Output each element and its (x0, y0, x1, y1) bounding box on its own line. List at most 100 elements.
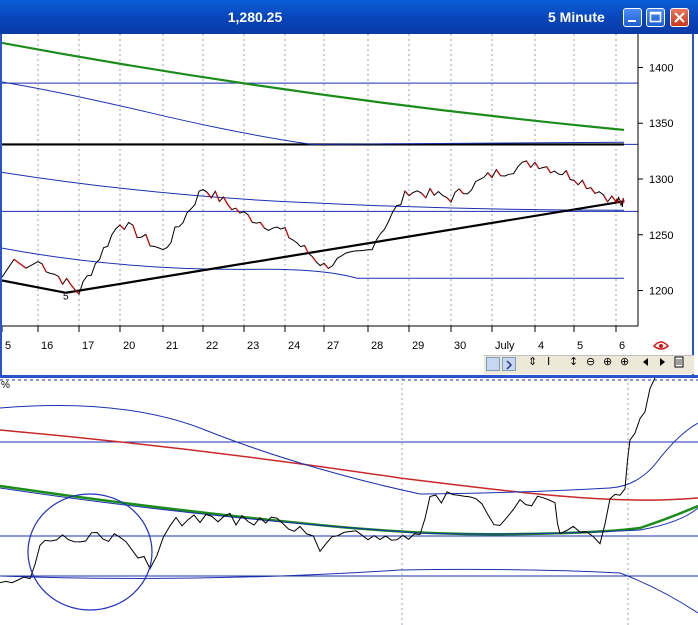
date-tick-label: 22 (206, 340, 218, 352)
date-tick-label: 21 (166, 340, 178, 352)
indicator-corner-label: % (1, 380, 10, 391)
reset-scale-button[interactable]: ⇕ (528, 355, 537, 368)
trendline (65, 200, 625, 294)
price-axis: 5 16 17 20 21 22 23 24 27 28 29 30 July 4 5 6 1400 1350 13… (2, 34, 692, 354)
price-marks: 5 (2, 160, 625, 302)
trade-icon (652, 341, 670, 350)
down-bar (616, 198, 619, 204)
triangle-right-icon (660, 358, 665, 366)
price-line (2, 160, 625, 296)
price-readout: 1,280.25 (227, 9, 283, 25)
date-tick-label: 23 (247, 340, 259, 352)
down-bar (145, 234, 151, 247)
date-tick-label: 16 (41, 340, 53, 352)
down-bar (311, 256, 317, 263)
down-bar (70, 284, 76, 291)
maximize-icon (649, 11, 662, 23)
down-bar (619, 200, 622, 205)
down-bar (581, 180, 588, 190)
down-bar (259, 222, 265, 229)
down-bar (458, 188, 464, 194)
date-tick-label: 6 (619, 340, 625, 352)
down-bar (602, 194, 609, 203)
zoom-in-alt-button[interactable]: ⊕ (620, 355, 629, 368)
expand-button[interactable]: ↕ (569, 355, 578, 368)
price-chart-panel: 5 5 16 17 20 21 22 23 24 27 28 29 30 July 4 5 6 1400 1350… (0, 34, 694, 375)
price-tick-label: 1400 (649, 62, 673, 74)
triangle-left-icon (643, 358, 648, 366)
down-bar (546, 166, 552, 174)
date-tick-label: 28 (371, 340, 383, 352)
date-tick-label: 17 (82, 340, 94, 352)
date-tick-label: July (495, 340, 515, 352)
page-icon (674, 356, 684, 368)
chevron-right-icon (506, 360, 513, 370)
date-tick-label: 20 (123, 340, 135, 352)
price-tick-label: 1350 (649, 118, 673, 130)
scroll-left-button[interactable] (641, 356, 651, 371)
zoom-out-button[interactable]: ⊖ (586, 355, 595, 368)
pivot-marker-label: 5 (63, 291, 69, 302)
scroll-right-end-button[interactable] (657, 356, 667, 371)
upper-envelope (2, 81, 625, 145)
price-axis-bg (639, 34, 692, 354)
down-bar (41, 263, 47, 273)
scroll-track[interactable] (486, 357, 500, 371)
maximize-button[interactable] (646, 8, 665, 27)
down-bar (404, 190, 410, 197)
interval-label: 5 Minute (548, 9, 605, 25)
down-bar (119, 224, 125, 230)
oscillator-green-line (0, 484, 698, 536)
down-bar (487, 172, 493, 178)
down-bar (303, 245, 309, 254)
price-chart: 5 5 16 17 20 21 22 23 24 27 28 29 30 July 4 5 6 1400 1350… (2, 34, 692, 354)
down-bar (57, 276, 64, 285)
scroll-right-button[interactable] (502, 357, 516, 371)
down-bar (13, 258, 27, 269)
minimize-button[interactable] (623, 8, 642, 27)
down-bar (446, 197, 452, 203)
trendline (2, 279, 67, 294)
date-tick-label: 24 (288, 340, 300, 352)
down-bar (214, 190, 220, 202)
indicator-marks (0, 378, 698, 614)
date-tick-label: 5 (577, 340, 583, 352)
down-bar (622, 197, 625, 203)
date-tick-label: 30 (454, 340, 466, 352)
down-bar (534, 162, 540, 170)
long-moving-average (2, 41, 625, 132)
down-bar (247, 214, 253, 223)
close-icon (674, 12, 685, 23)
middle-envelope (2, 171, 625, 211)
down-bar (429, 188, 435, 196)
page-settings-button[interactable] (673, 356, 685, 371)
zoom-in-button[interactable]: ⊕ (603, 355, 612, 368)
oscillator-upper-band (0, 405, 698, 495)
down-bar (132, 224, 138, 238)
down-bar (525, 160, 532, 168)
cursor-tool-button[interactable]: I (547, 355, 550, 368)
minimize-icon (628, 20, 636, 22)
indicator-chart: % (0, 378, 698, 625)
trading-link-button[interactable] (652, 338, 670, 355)
oscillator-red-line (0, 429, 698, 501)
down-bar (565, 170, 571, 180)
oscillator-line (0, 378, 656, 584)
date-tick-label: 29 (412, 340, 424, 352)
down-bar (573, 180, 579, 186)
down-bar (66, 278, 72, 285)
date-tick-label: 5 (5, 340, 11, 352)
down-bar (421, 192, 427, 199)
down-bar (235, 207, 241, 214)
down-bar (590, 187, 596, 194)
date-tick-label: 4 (538, 340, 544, 352)
window-titlebar: 1,280.25 5 Minute (0, 0, 698, 34)
date-tick-label: 27 (327, 340, 339, 352)
price-tick-label: 1200 (649, 286, 673, 298)
down-bar (495, 169, 502, 177)
down-bar (284, 227, 290, 239)
down-bar (323, 262, 329, 269)
close-button[interactable] (670, 8, 689, 27)
down-bar (611, 195, 617, 203)
down-bar (227, 203, 233, 210)
